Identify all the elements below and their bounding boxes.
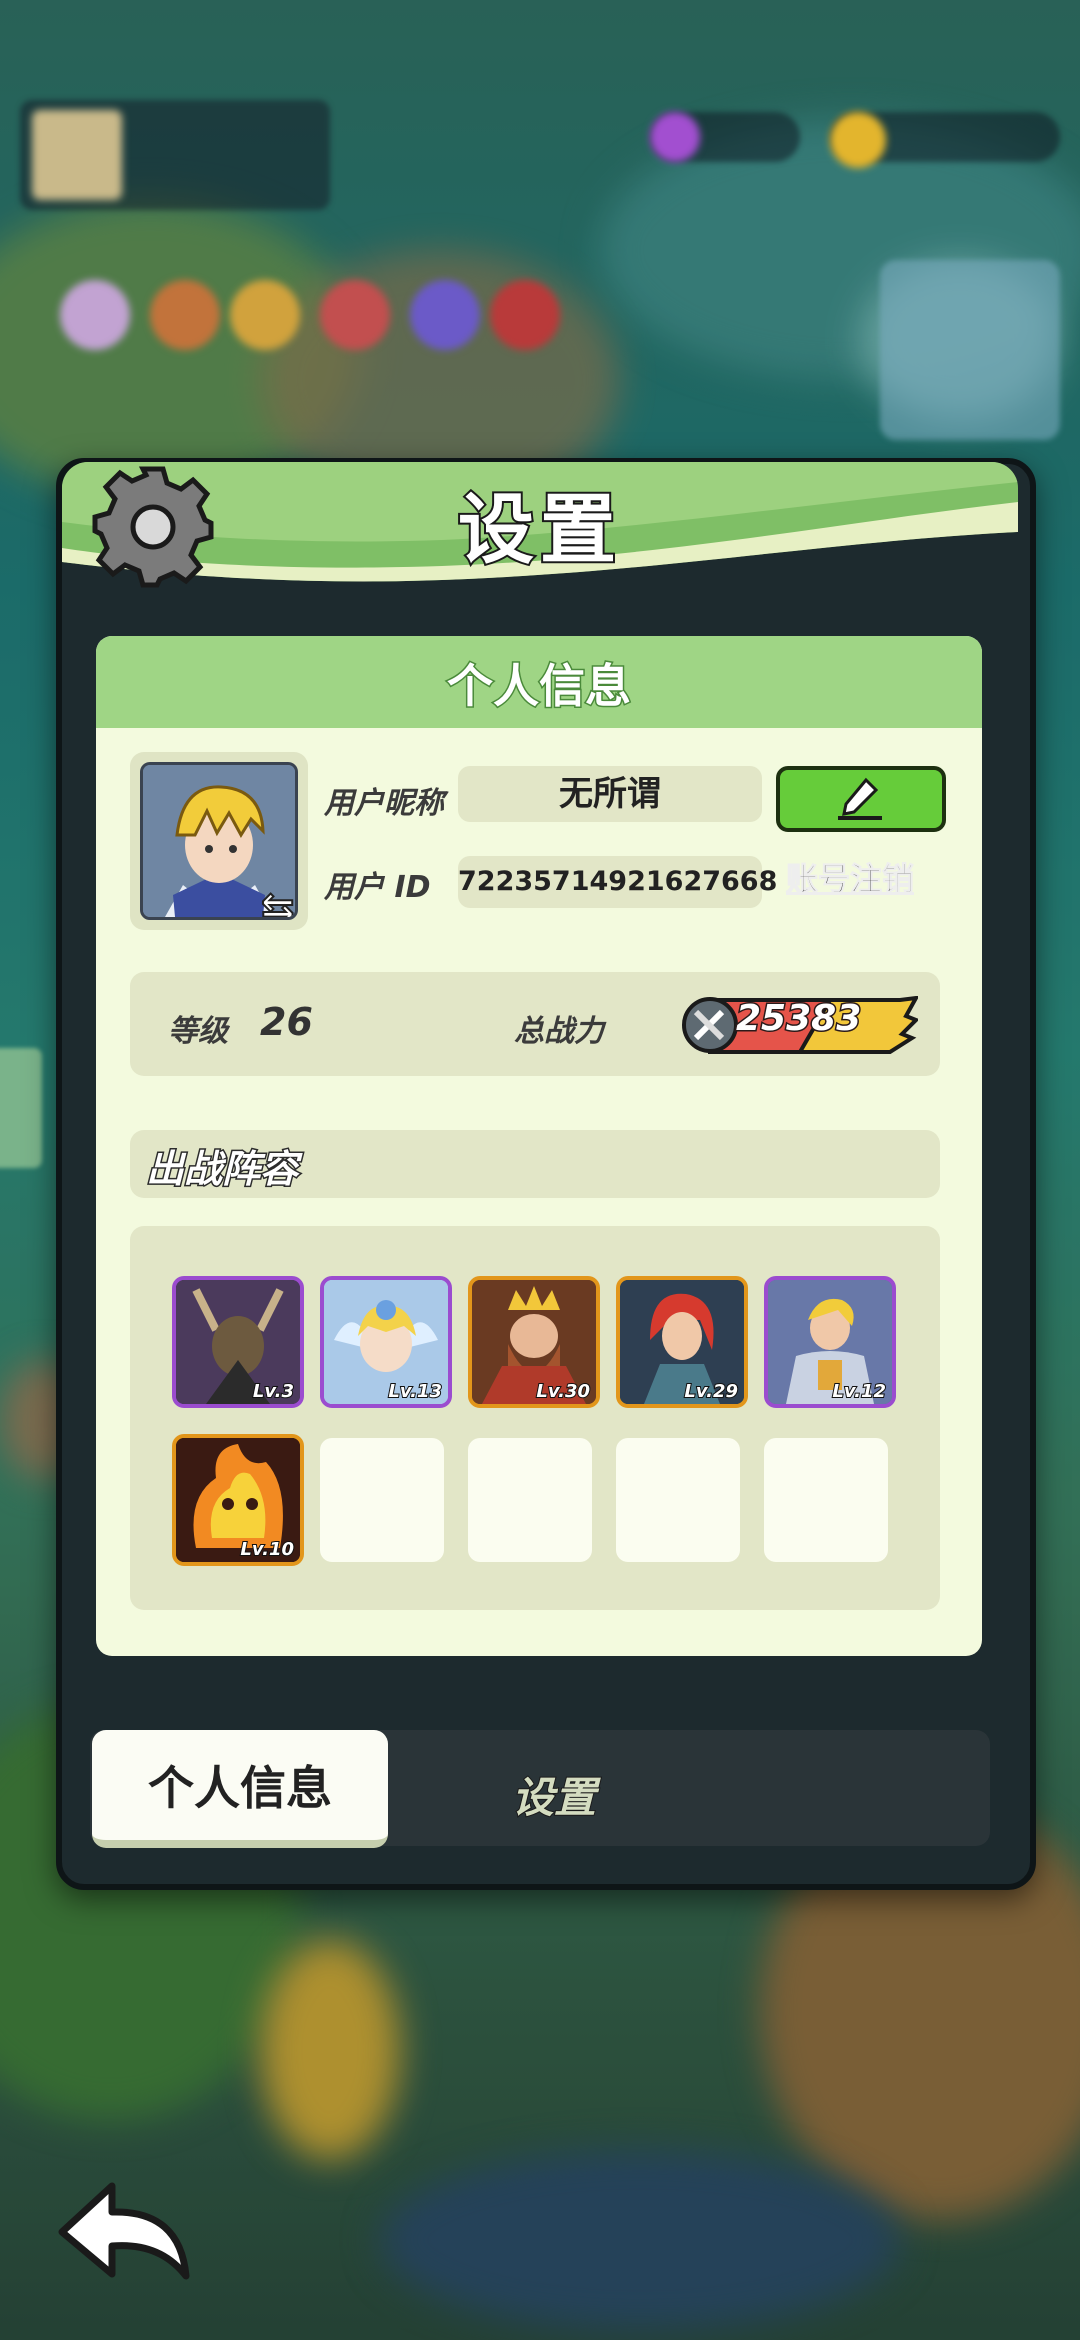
side-tab bbox=[0, 1048, 42, 1168]
edit-nickname-button[interactable] bbox=[776, 766, 946, 832]
personal-info-card: 个人信息 ⇆ 用户昵称 无所谓 用户 ID 72235714921627668 … bbox=[96, 636, 982, 1656]
tab-personal-info-label: 个人信息 bbox=[148, 1761, 332, 1815]
nickname-label: 用户昵称 bbox=[324, 786, 444, 821]
hero-slot-king[interactable]: Lv.30 bbox=[468, 1276, 600, 1408]
empty-hero-slot[interactable] bbox=[320, 1438, 444, 1562]
empty-hero-slot[interactable] bbox=[764, 1438, 888, 1562]
empty-hero-slot[interactable] bbox=[616, 1438, 740, 1562]
hero-level: Lv.3 bbox=[252, 1380, 295, 1403]
menu-icon bbox=[490, 280, 560, 350]
avatar-frame[interactable]: ⇆ bbox=[130, 752, 308, 930]
hero-slot-red-hair[interactable]: Lv.29 bbox=[616, 1276, 748, 1408]
gem-icon bbox=[650, 112, 700, 162]
level-label: 等级 bbox=[168, 1014, 228, 1049]
id-label: 用户 ID bbox=[324, 870, 431, 905]
coin-icon bbox=[830, 112, 886, 168]
hero-slot-fairy[interactable]: Lv.13 bbox=[320, 1276, 452, 1408]
back-arrow-icon[interactable] bbox=[56, 2176, 196, 2286]
edit-pencil-icon bbox=[838, 777, 882, 820]
delete-account-link[interactable]: 账号注销 bbox=[785, 854, 914, 900]
card-header: 个人信息 bbox=[96, 636, 982, 728]
hero-level: Lv.30 bbox=[535, 1380, 591, 1403]
power-badge: 25383 bbox=[680, 995, 920, 1054]
page-title: 设置 bbox=[456, 483, 622, 576]
tab-personal-info[interactable]: 个人信息 bbox=[92, 1730, 388, 1848]
hero-level: Lv.13 bbox=[387, 1380, 443, 1403]
level-value: 26 bbox=[260, 1000, 313, 1044]
hero-level: Lv.12 bbox=[831, 1380, 887, 1403]
player-avatar-hud bbox=[32, 110, 122, 200]
nickname-field: 无所谓 bbox=[458, 766, 762, 822]
tab-settings[interactable]: 设置 bbox=[511, 1764, 597, 1825]
hero-level: Lv.29 bbox=[683, 1380, 739, 1403]
power-label: 总战力 bbox=[514, 1014, 604, 1049]
hero-slot-fire[interactable]: Lv.10 bbox=[172, 1434, 304, 1566]
menu-icon bbox=[60, 280, 130, 350]
hero-level: Lv.10 bbox=[239, 1538, 295, 1561]
swap-icon: ⇆ bbox=[260, 884, 295, 920]
avatar[interactable]: ⇆ bbox=[140, 762, 298, 920]
menu-icon bbox=[410, 280, 480, 350]
menu-icon bbox=[320, 280, 390, 350]
menu-icon bbox=[150, 280, 220, 350]
hero-slot-demon[interactable]: Lv.3 bbox=[172, 1276, 304, 1408]
hero-slot-knight[interactable]: Lv.12 bbox=[764, 1276, 896, 1408]
empty-hero-slot[interactable] bbox=[468, 1438, 592, 1562]
user-id-field: 72235714921627668 bbox=[458, 856, 777, 908]
minimap bbox=[880, 260, 1060, 440]
card-title: 个人信息 bbox=[446, 658, 633, 715]
lineup-title: 出战阵容 bbox=[144, 1146, 299, 1193]
menu-icon bbox=[230, 280, 300, 350]
power-value: 25383 bbox=[734, 997, 862, 1041]
